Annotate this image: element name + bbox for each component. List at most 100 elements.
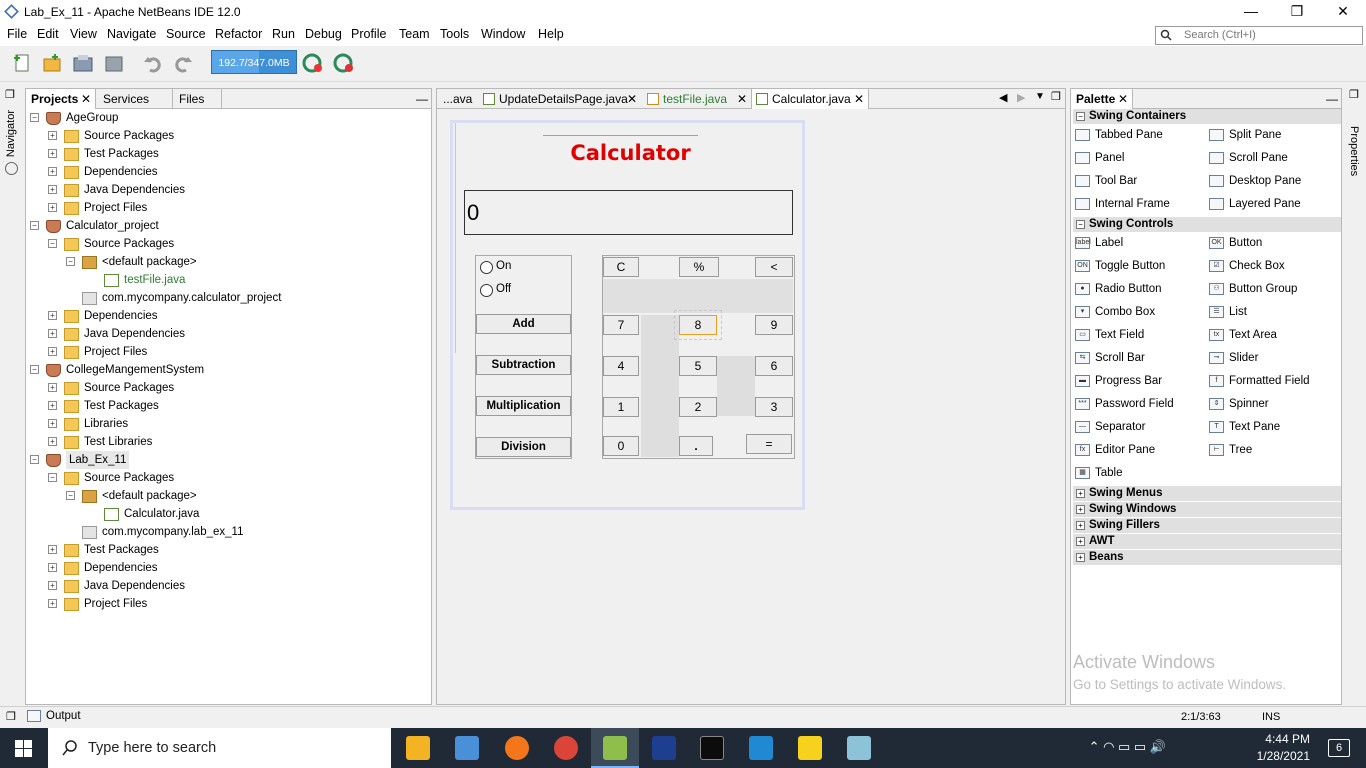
equals-button[interactable]: = — [746, 434, 792, 454]
palette-item[interactable]: ● Radio Button — [1075, 280, 1162, 298]
expand-icon[interactable]: + — [48, 437, 57, 446]
palette-item[interactable]: ▾ Combo Box — [1075, 303, 1155, 321]
paint-icon[interactable] — [847, 736, 871, 760]
palette-item[interactable]: ▦ Table — [1075, 464, 1123, 482]
tree-item[interactable]: − <default package> — [26, 253, 431, 271]
taskbar-search-box[interactable]: Type here to search — [48, 728, 391, 768]
collapse-icon[interactable]: − — [30, 455, 39, 464]
expand-icon[interactable]: + — [1076, 521, 1085, 530]
tree-item[interactable]: + Java Dependencies — [26, 577, 431, 595]
tab-list-dropdown-icon[interactable]: ▼ — [1035, 91, 1045, 102]
calculator-display[interactable]: 0 — [464, 190, 793, 235]
expand-icon[interactable]: + — [48, 599, 57, 608]
percent-button[interactable]: % — [679, 257, 719, 277]
palette-item[interactable]: Scroll Pane — [1209, 149, 1288, 167]
digit-6-button[interactable]: 6 — [755, 356, 793, 376]
new-project-icon[interactable] — [41, 52, 63, 74]
editor-tab-hidden[interactable]: ...ava — [443, 89, 483, 109]
tree-item[interactable]: + Test Libraries — [26, 433, 431, 451]
tree-item[interactable]: + Java Dependencies — [26, 325, 431, 343]
notifications-icon[interactable]: 6 — [1328, 739, 1350, 757]
expand-icon[interactable]: + — [48, 347, 57, 356]
expand-icon[interactable]: + — [48, 545, 57, 554]
tab-palette[interactable]: Palette ✕ — [1071, 89, 1133, 109]
profile-gc-icon[interactable] — [302, 52, 324, 74]
digit-2-button[interactable]: 2 — [679, 397, 717, 417]
palette-item[interactable]: — Separator — [1075, 418, 1146, 436]
subtraction-button[interactable]: Subtraction — [476, 355, 571, 375]
palette-item[interactable]: T Text Pane — [1209, 418, 1280, 436]
palette-item[interactable]: Layered Pane — [1209, 195, 1301, 213]
palette-item[interactable]: tx Text Area — [1209, 326, 1277, 344]
palette-item[interactable]: ⊢ Tree — [1209, 441, 1252, 459]
palette-item[interactable]: OK Button — [1209, 234, 1262, 252]
tab-files[interactable]: Files — [174, 89, 222, 109]
tree-item[interactable]: + Test Packages — [26, 145, 431, 163]
memory-usage-bar[interactable]: 192.7/347.0MB — [211, 50, 297, 74]
tree-item[interactable]: + Test Packages — [26, 541, 431, 559]
tree-item[interactable]: − Lab_Ex_11 — [26, 451, 431, 469]
palette-item[interactable]: Tabbed Pane — [1075, 126, 1163, 144]
search-input[interactable]: Search (Ctrl+I) — [1155, 26, 1363, 45]
expand-icon[interactable]: + — [48, 167, 57, 176]
clock-time[interactable]: 4:44 PM — [1265, 732, 1310, 746]
expand-icon[interactable]: + — [48, 419, 57, 428]
scroll-tabs-right-icon[interactable]: ▶ — [1017, 91, 1025, 104]
tree-item[interactable]: + Project Files — [26, 595, 431, 613]
tree-item[interactable]: − Source Packages — [26, 235, 431, 253]
tree-item[interactable]: + Dependencies — [26, 163, 431, 181]
palette-item[interactable]: Panel — [1075, 149, 1124, 167]
palette-item[interactable]: ON Toggle Button — [1075, 257, 1165, 275]
new-file-icon[interactable] — [11, 52, 33, 74]
tree-item[interactable]: + Source Packages — [26, 127, 431, 145]
redo-icon[interactable] — [172, 52, 194, 74]
palette-item[interactable]: Tool Bar — [1075, 172, 1137, 190]
palette-item[interactable]: Split Pane — [1209, 126, 1281, 144]
off-radio-button[interactable] — [480, 284, 493, 297]
expand-icon[interactable]: + — [48, 185, 57, 194]
collapse-icon[interactable]: − — [66, 257, 75, 266]
palette-category[interactable]: + Swing Fillers — [1073, 518, 1341, 533]
collapse-icon[interactable]: − — [66, 491, 75, 500]
palette-item[interactable]: fx Editor Pane — [1075, 441, 1155, 459]
palette-item[interactable]: ⚇ Button Group — [1209, 280, 1297, 298]
add-button[interactable]: Add — [476, 314, 571, 334]
menu-profile[interactable]: Profile — [351, 27, 386, 41]
digit-9-button[interactable]: 9 — [755, 315, 793, 335]
expand-icon[interactable]: + — [48, 383, 57, 392]
palette-item[interactable]: *** Password Field — [1075, 395, 1174, 413]
palette-category[interactable]: + AWT — [1073, 534, 1341, 549]
on-radio-button[interactable] — [480, 261, 493, 274]
menu-source[interactable]: Source — [166, 27, 206, 41]
collapse-icon[interactable]: − — [48, 239, 57, 248]
devcpp-icon[interactable] — [652, 736, 676, 760]
chrome-icon[interactable] — [554, 736, 578, 760]
menu-help[interactable]: Help — [538, 27, 564, 41]
digit-0-button[interactable]: 0 — [603, 436, 639, 456]
palette-item[interactable]: label Label — [1075, 234, 1123, 252]
menu-refactor[interactable]: Refactor — [215, 27, 262, 41]
collapse-icon[interactable]: − — [30, 113, 39, 122]
menu-view[interactable]: View — [70, 27, 97, 41]
collapse-icon[interactable]: − — [30, 365, 39, 374]
expand-icon[interactable]: + — [48, 149, 57, 158]
palette-item[interactable]: ⇆ Scroll Bar — [1075, 349, 1145, 367]
expand-icon[interactable]: + — [1076, 505, 1085, 514]
restore-window-group-icon[interactable]: ❐ — [1349, 88, 1359, 101]
restore-button[interactable]: ❐ — [1274, 0, 1320, 24]
menu-debug[interactable]: Debug — [305, 27, 342, 41]
collapse-icon[interactable]: − — [48, 473, 57, 482]
digit-7-button[interactable]: 7 — [603, 315, 639, 335]
expand-icon[interactable]: + — [1076, 489, 1085, 498]
menu-team[interactable]: Team — [399, 27, 430, 41]
close-icon[interactable]: ✕ — [737, 89, 747, 109]
menu-edit[interactable]: Edit — [37, 27, 59, 41]
palette-item[interactable]: ⇕ Spinner — [1209, 395, 1269, 413]
restore-window-group-icon[interactable]: ❐ — [5, 88, 15, 101]
decimal-button[interactable]: . — [679, 436, 713, 456]
palette-category[interactable]: + Beans — [1073, 550, 1341, 565]
backspace-button[interactable]: < — [755, 257, 793, 277]
palette-item[interactable]: ▬ Progress Bar — [1075, 372, 1162, 390]
palette-item[interactable]: f Formatted Field — [1209, 372, 1310, 390]
expand-icon[interactable]: + — [48, 401, 57, 410]
